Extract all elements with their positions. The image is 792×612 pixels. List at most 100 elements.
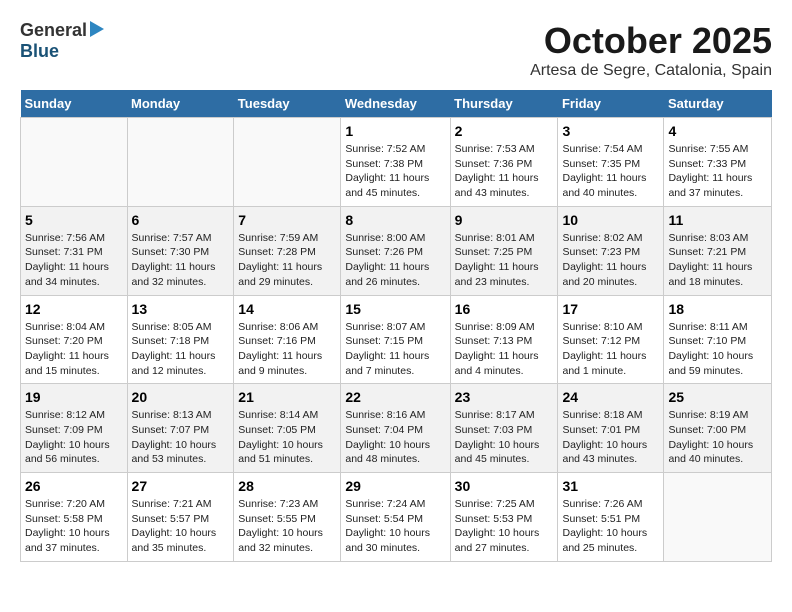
day-info: Sunrise: 7:54 AM Sunset: 7:35 PM Dayligh… (562, 142, 659, 201)
calendar-week-1: 1 Sunrise: 7:52 AM Sunset: 7:38 PM Daylig… (21, 118, 772, 207)
day-info: Sunrise: 8:13 AM Sunset: 7:07 PM Dayligh… (132, 408, 230, 467)
weekday-header-friday: Friday (558, 90, 664, 118)
calendar-cell: 6Sunrise: 7:57 AM Sunset: 7:30 PM Daylig… (127, 206, 234, 295)
day-info: Sunrise: 8:17 AM Sunset: 7:03 PM Dayligh… (455, 408, 554, 467)
day-info: Sunrise: 8:14 AM Sunset: 7:05 PM Dayligh… (238, 408, 336, 467)
calendar-cell: 27 Sunrise: 7:21 AM Sunset: 5:57 PM Dayli… (127, 473, 234, 562)
calendar-week-4: 19Sunrise: 8:12 AM Sunset: 7:09 PM Dayli… (21, 384, 772, 473)
day-info: Sunrise: 8:10 AM Sunset: 7:12 PM Dayligh… (562, 320, 659, 379)
day-number: 25 (668, 389, 767, 405)
day-info: Sunrise: 8:00 AM Sunset: 7:26 PM Dayligh… (345, 231, 445, 290)
weekday-header-sunday: Sunday (21, 90, 128, 118)
location-title: Artesa de Segre, Catalonia, Spain (530, 62, 772, 80)
day-number: 22 (345, 389, 445, 405)
day-info: Sunrise: 8:09 AM Sunset: 7:13 PM Dayligh… (455, 320, 554, 379)
day-info: Sunrise: 8:19 AM Sunset: 7:00 PM Dayligh… (668, 408, 767, 467)
logo-general: General (20, 20, 87, 41)
calendar-cell: 16 Sunrise: 8:09 AM Sunset: 7:13 PM Dayli… (450, 295, 558, 384)
calendar-table: SundayMondayTuesdayWednesdayThursdayFrid… (20, 90, 772, 562)
day-number: 18 (668, 301, 767, 317)
day-number: 1 (345, 123, 445, 139)
day-info: Sunrise: 7:24 AM Sunset: 5:54 PM Dayligh… (345, 497, 445, 556)
day-number: 27 (132, 478, 230, 494)
day-number: 13 (132, 301, 230, 317)
day-info: Sunrise: 8:07 AM Sunset: 7:15 PM Dayligh… (345, 320, 445, 379)
day-info: Sunrise: 8:06 AM Sunset: 7:16 PM Dayligh… (238, 320, 336, 379)
day-number: 7 (238, 212, 336, 228)
day-number: 24 (562, 389, 659, 405)
day-info: Sunrise: 7:23 AM Sunset: 5:55 PM Dayligh… (238, 497, 336, 556)
day-number: 14 (238, 301, 336, 317)
calendar-cell: 20Sunrise: 8:13 AM Sunset: 7:07 PM Dayli… (127, 384, 234, 473)
day-info: Sunrise: 7:56 AM Sunset: 7:31 PM Dayligh… (25, 231, 123, 290)
day-info: Sunrise: 8:02 AM Sunset: 7:23 PM Dayligh… (562, 231, 659, 290)
calendar-cell: 15 Sunrise: 8:07 AM Sunset: 7:15 PM Dayli… (341, 295, 450, 384)
day-info: Sunrise: 8:11 AM Sunset: 7:10 PM Dayligh… (668, 320, 767, 379)
day-info: Sunrise: 7:55 AM Sunset: 7:33 PM Dayligh… (668, 142, 767, 201)
calendar-week-5: 26 Sunrise: 7:20 AM Sunset: 5:58 PM Dayli… (21, 473, 772, 562)
day-number: 28 (238, 478, 336, 494)
logo: General Blue (20, 20, 104, 62)
calendar-cell: 30 Sunrise: 7:25 AM Sunset: 5:53 PM Dayli… (450, 473, 558, 562)
day-number: 23 (455, 389, 554, 405)
calendar-cell: 23 Sunrise: 8:17 AM Sunset: 7:03 PM Dayli… (450, 384, 558, 473)
calendar-cell: 1 Sunrise: 7:52 AM Sunset: 7:38 PM Daylig… (341, 118, 450, 207)
day-info: Sunrise: 7:26 AM Sunset: 5:51 PM Dayligh… (562, 497, 659, 556)
calendar-cell: 2Sunrise: 7:53 AM Sunset: 7:36 PM Daylig… (450, 118, 558, 207)
calendar-cell: 10 Sunrise: 8:02 AM Sunset: 7:23 PM Dayli… (558, 206, 664, 295)
day-number: 12 (25, 301, 123, 317)
calendar-cell: 19Sunrise: 8:12 AM Sunset: 7:09 PM Dayli… (21, 384, 128, 473)
day-info: Sunrise: 8:01 AM Sunset: 7:25 PM Dayligh… (455, 231, 554, 290)
day-number: 30 (455, 478, 554, 494)
calendar-cell: 29Sunrise: 7:24 AM Sunset: 5:54 PM Dayli… (341, 473, 450, 562)
day-info: Sunrise: 7:53 AM Sunset: 7:36 PM Dayligh… (455, 142, 554, 201)
day-number: 21 (238, 389, 336, 405)
calendar-cell: 4 Sunrise: 7:55 AM Sunset: 7:33 PM Daylig… (664, 118, 772, 207)
calendar-cell: 3Sunrise: 7:54 AM Sunset: 7:35 PM Daylig… (558, 118, 664, 207)
day-number: 26 (25, 478, 123, 494)
day-info: Sunrise: 8:05 AM Sunset: 7:18 PM Dayligh… (132, 320, 230, 379)
day-number: 11 (668, 212, 767, 228)
calendar-cell (21, 118, 128, 207)
calendar-cell: 18 Sunrise: 8:11 AM Sunset: 7:10 PM Dayli… (664, 295, 772, 384)
day-number: 31 (562, 478, 659, 494)
calendar-cell: 13 Sunrise: 8:05 AM Sunset: 7:18 PM Dayli… (127, 295, 234, 384)
logo-arrow-icon (90, 21, 104, 37)
calendar-week-2: 5 Sunrise: 7:56 AM Sunset: 7:31 PM Daylig… (21, 206, 772, 295)
day-info: Sunrise: 8:16 AM Sunset: 7:04 PM Dayligh… (345, 408, 445, 467)
calendar-cell: 24Sunrise: 8:18 AM Sunset: 7:01 PM Dayli… (558, 384, 664, 473)
day-number: 5 (25, 212, 123, 228)
weekday-header-row: SundayMondayTuesdayWednesdayThursdayFrid… (21, 90, 772, 118)
calendar-cell: 22 Sunrise: 8:16 AM Sunset: 7:04 PM Dayli… (341, 384, 450, 473)
calendar-cell: 28 Sunrise: 7:23 AM Sunset: 5:55 PM Dayli… (234, 473, 341, 562)
weekday-header-monday: Monday (127, 90, 234, 118)
day-number: 17 (562, 301, 659, 317)
day-info: Sunrise: 7:20 AM Sunset: 5:58 PM Dayligh… (25, 497, 123, 556)
calendar-cell: 8 Sunrise: 8:00 AM Sunset: 7:26 PM Daylig… (341, 206, 450, 295)
day-number: 8 (345, 212, 445, 228)
day-number: 4 (668, 123, 767, 139)
day-number: 6 (132, 212, 230, 228)
logo-blue: Blue (20, 41, 59, 62)
calendar-cell: 21 Sunrise: 8:14 AM Sunset: 7:05 PM Dayli… (234, 384, 341, 473)
day-info: Sunrise: 8:04 AM Sunset: 7:20 PM Dayligh… (25, 320, 123, 379)
calendar-cell: 25 Sunrise: 8:19 AM Sunset: 7:00 PM Dayli… (664, 384, 772, 473)
day-info: Sunrise: 7:59 AM Sunset: 7:28 PM Dayligh… (238, 231, 336, 290)
day-number: 16 (455, 301, 554, 317)
header: General Blue October 2025 Artesa de Segr… (20, 20, 772, 80)
calendar-week-3: 12 Sunrise: 8:04 AM Sunset: 7:20 PM Dayli… (21, 295, 772, 384)
calendar-cell (234, 118, 341, 207)
calendar-cell: 17 Sunrise: 8:10 AM Sunset: 7:12 PM Dayli… (558, 295, 664, 384)
day-number: 19 (25, 389, 123, 405)
calendar-cell: 5 Sunrise: 7:56 AM Sunset: 7:31 PM Daylig… (21, 206, 128, 295)
day-info: Sunrise: 7:21 AM Sunset: 5:57 PM Dayligh… (132, 497, 230, 556)
day-number: 15 (345, 301, 445, 317)
day-info: Sunrise: 7:25 AM Sunset: 5:53 PM Dayligh… (455, 497, 554, 556)
weekday-header-tuesday: Tuesday (234, 90, 341, 118)
calendar-cell: 31 Sunrise: 7:26 AM Sunset: 5:51 PM Dayli… (558, 473, 664, 562)
title-area: October 2025 Artesa de Segre, Catalonia,… (530, 20, 772, 80)
calendar-cell: 11Sunrise: 8:03 AM Sunset: 7:21 PM Dayli… (664, 206, 772, 295)
day-info: Sunrise: 7:52 AM Sunset: 7:38 PM Dayligh… (345, 142, 445, 201)
calendar-cell (127, 118, 234, 207)
day-number: 10 (562, 212, 659, 228)
